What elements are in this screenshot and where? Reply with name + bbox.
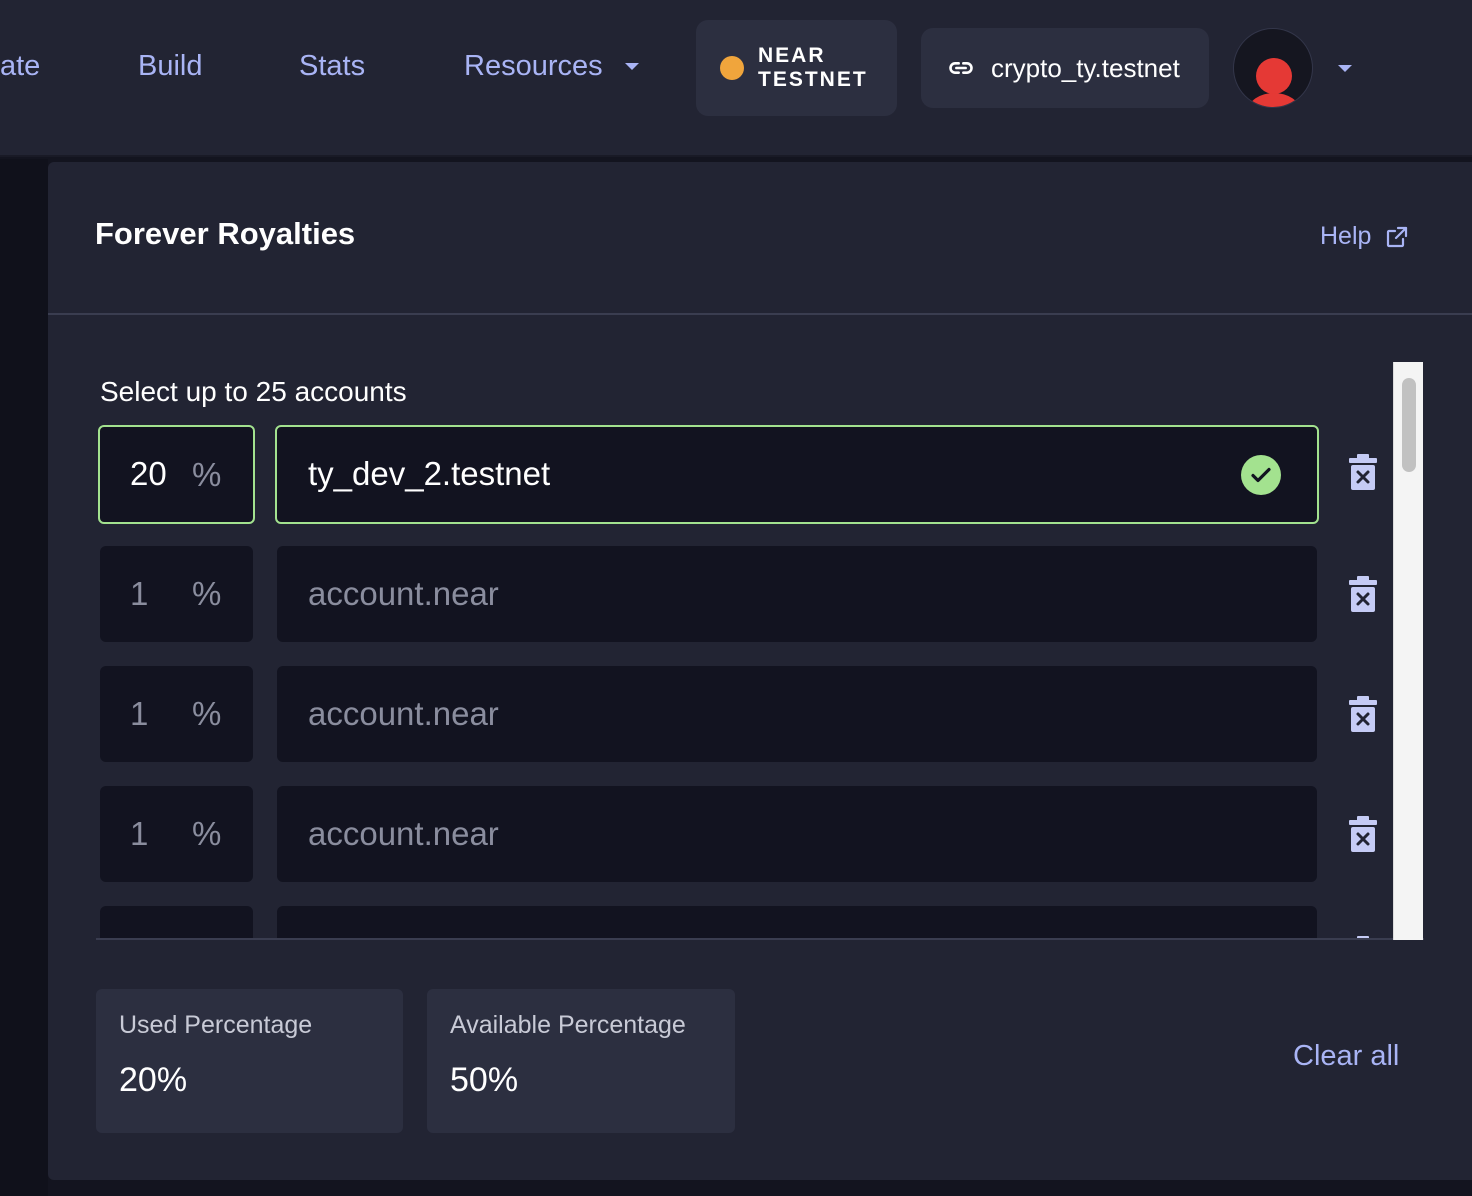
used-percentage-value: 20%	[119, 1061, 188, 1099]
royalty-percent-input[interactable]: 1 %	[100, 666, 253, 762]
chevron-down-icon	[624, 62, 639, 70]
scrollbar-thumb[interactable]	[1402, 378, 1416, 472]
rows-list-divider	[96, 938, 1424, 940]
connected-account-button[interactable]: crypto_ty.testnet	[921, 28, 1209, 108]
royalty-account-input[interactable]: account.near	[277, 666, 1317, 762]
royalty-percent-placeholder: 1	[130, 815, 149, 852]
percent-symbol: %	[192, 456, 222, 493]
external-link-icon	[1387, 226, 1408, 247]
royalty-account-value: ty_dev_2.testnet	[308, 455, 551, 492]
help-link[interactable]: Help	[1320, 222, 1409, 251]
delete-row-trash-icon[interactable]	[1348, 576, 1378, 612]
panel-title: Forever Royalties	[95, 216, 356, 251]
royalty-rows-list[interactable]: 20 % ty_dev_2.testnet 1 % account.near 1…	[96, 424, 1396, 938]
panel-header-divider	[48, 313, 1472, 315]
royalty-percent-input[interactable]	[100, 906, 253, 938]
nav-build-link[interactable]: Build	[138, 44, 203, 88]
royalty-percent-placeholder: 1	[130, 575, 149, 612]
rows-scrollbar[interactable]	[1393, 362, 1423, 940]
royalty-account-input[interactable]: ty_dev_2.testnet	[275, 425, 1319, 524]
percent-symbol: %	[192, 815, 222, 852]
top-nav: ate Build Stats Resources NEAR TESTNET c…	[0, 0, 1472, 157]
royalty-account-placeholder: account.near	[308, 815, 499, 852]
royalty-row: 20 % ty_dev_2.testnet	[96, 424, 1396, 524]
royalty-percent-input[interactable]: 20 %	[98, 425, 255, 524]
avatar[interactable]	[1233, 28, 1313, 108]
nav-stats-link[interactable]: Stats	[299, 44, 365, 88]
percent-symbol: %	[192, 575, 222, 612]
network-label-line2: TESTNET	[758, 68, 868, 91]
royalty-percent-placeholder: 1	[130, 695, 149, 732]
nav-create-link[interactable]: ate	[0, 44, 40, 88]
royalty-row: 1 % account.near	[96, 546, 1396, 644]
valid-check-icon	[1241, 455, 1281, 495]
percent-symbol: %	[192, 695, 222, 732]
royalty-account-input[interactable]: account.near	[277, 786, 1317, 882]
user-avatar-icon	[1248, 58, 1300, 107]
royalty-percent-input[interactable]: 1 %	[100, 786, 253, 882]
network-label-line1: NEAR	[758, 44, 826, 67]
delete-row-trash-icon[interactable]	[1348, 454, 1378, 490]
royalty-percent-value: 20	[130, 455, 167, 492]
left-sidebar-strip	[0, 159, 48, 1196]
account-menu-chevron-down-icon[interactable]	[1338, 65, 1352, 72]
network-selector-button[interactable]: NEAR TESTNET	[696, 20, 897, 116]
select-accounts-label: Select up to 25 accounts	[100, 376, 407, 407]
nav-resources-label: Resources	[464, 50, 603, 82]
nav-resources-dropdown[interactable]: Resources	[464, 44, 639, 88]
royalty-percent-input[interactable]: 1 %	[100, 546, 253, 642]
royalty-row	[96, 906, 1396, 938]
available-percentage-label: Available Percentage	[450, 1011, 686, 1039]
used-percentage-label: Used Percentage	[119, 1011, 313, 1039]
available-percentage-card: Available Percentage 50%	[427, 989, 735, 1133]
royalty-row: 1 % account.near	[96, 666, 1396, 764]
network-status-dot-icon	[720, 56, 744, 80]
used-percentage-card: Used Percentage 20%	[96, 989, 403, 1133]
network-label: NEAR TESTNET	[758, 44, 878, 92]
royalty-account-placeholder: account.near	[308, 575, 499, 612]
delete-row-trash-icon[interactable]	[1348, 696, 1378, 732]
royalty-account-placeholder: account.near	[308, 695, 499, 732]
forever-royalties-panel: Forever Royalties Help Select up to 25 a…	[48, 162, 1472, 1180]
royalty-account-input[interactable]	[277, 906, 1317, 938]
available-percentage-value: 50%	[450, 1061, 519, 1099]
royalty-account-input[interactable]: account.near	[277, 546, 1317, 642]
link-icon	[949, 62, 973, 74]
royalty-row: 1 % account.near	[96, 786, 1396, 884]
help-label: Help	[1320, 222, 1372, 250]
delete-row-trash-icon[interactable]	[1348, 816, 1378, 852]
clear-all-button[interactable]: Clear all	[1293, 1040, 1399, 1073]
account-name: crypto_ty.testnet	[991, 52, 1180, 83]
